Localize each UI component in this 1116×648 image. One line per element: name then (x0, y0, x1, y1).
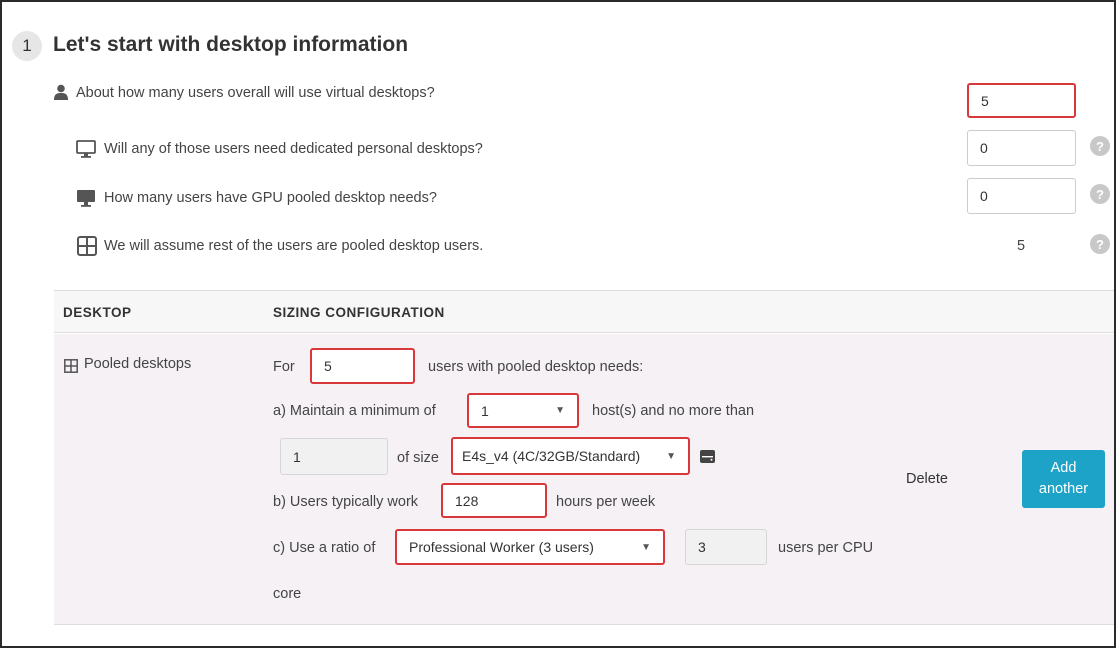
monitor-icon (76, 140, 96, 163)
help-icon[interactable]: ? (1090, 136, 1110, 156)
max-hosts-input[interactable]: 1 (280, 438, 388, 475)
grid-icon (64, 359, 78, 378)
min-hosts-label: a) Maintain a minimum of (273, 403, 436, 419)
for-label: For (273, 359, 295, 375)
help-icon[interactable]: ? (1090, 184, 1110, 204)
desktop-type-label: Pooled desktops (84, 356, 192, 372)
total-users-input[interactable]: 5 (967, 83, 1076, 118)
min-hosts-select[interactable]: 1 ▼ (467, 393, 579, 428)
workload-value: Professional Worker (3 users) (409, 539, 594, 555)
pooled-users-value: 5 (1017, 238, 1026, 254)
server-icon[interactable] (700, 450, 715, 468)
chevron-down-icon: ▼ (666, 450, 676, 462)
hours-suffix: hours per week (556, 494, 656, 510)
of-size-label: of size (397, 450, 439, 466)
vm-size-select[interactable]: E4s_v4 (4C/32GB/Standard) ▼ (451, 437, 690, 475)
personal-desktops-input[interactable]: 0 (967, 130, 1076, 166)
chevron-down-icon: ▼ (555, 405, 565, 416)
hours-per-week-input[interactable]: 128 (441, 483, 547, 518)
gpu-users-label: How many users have GPU pooled desktop n… (104, 190, 437, 206)
section-title: Let's start with desktop information (53, 33, 409, 56)
users-per-cpu-input[interactable]: 3 (685, 529, 767, 565)
workload-select[interactable]: Professional Worker (3 users) ▼ (395, 529, 665, 565)
help-icon[interactable]: ? (1090, 234, 1110, 254)
column-header-desktop: DESKTOP (63, 305, 132, 320)
add-another-button[interactable]: Add another (1022, 450, 1105, 508)
gpu-users-input[interactable]: 0 (967, 178, 1076, 214)
table-row (54, 334, 1116, 625)
vm-size-value: E4s_v4 (4C/32GB/Standard) (462, 448, 641, 464)
personal-desktops-label: Will any of those users need dedicated p… (104, 141, 483, 157)
for-suffix: users with pooled desktop needs: (428, 359, 644, 375)
pooled-users-label: We will assume rest of the users are poo… (104, 238, 484, 254)
min-hosts-suffix: host(s) and no more than (592, 403, 755, 419)
column-header-sizing: SIZING CONFIGURATION (273, 305, 445, 320)
ratio-label: c) Use a ratio of (273, 540, 376, 556)
total-users-label: About how many users overall will use vi… (76, 85, 435, 101)
delete-button[interactable]: Delete (906, 471, 948, 487)
grid-icon (77, 236, 97, 261)
min-hosts-value: 1 (481, 402, 489, 419)
chevron-down-icon: ▼ (641, 541, 651, 553)
users-per-cpu-suffix-continued: core (273, 586, 302, 602)
users-per-cpu-suffix: users per CPU (778, 540, 874, 556)
user-icon (54, 84, 68, 105)
pooled-users-count-input[interactable]: 5 (310, 348, 415, 384)
hours-label: b) Users typically work (273, 494, 419, 510)
monitor-filled-icon (76, 189, 96, 212)
step-number: 1 (12, 31, 42, 61)
table-header (54, 291, 1116, 333)
